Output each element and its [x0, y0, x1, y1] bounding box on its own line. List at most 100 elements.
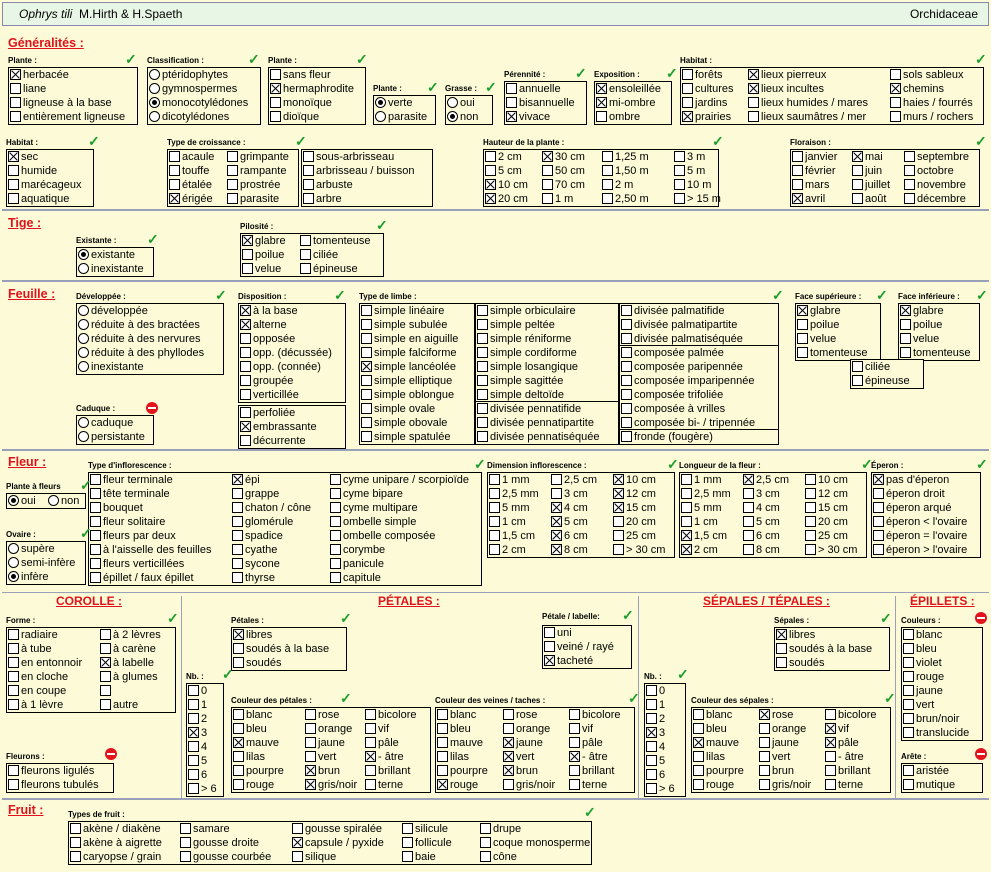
nbsep-6-option[interactable]: 6 — [645, 768, 665, 782]
checkbox[interactable] — [900, 305, 911, 316]
checkbox[interactable] — [759, 765, 770, 776]
habitat2-sec-option[interactable]: sec — [7, 150, 38, 164]
radio-button[interactable] — [78, 333, 89, 344]
limbe-composée-bi-tripennée-option[interactable]: composée bi- / tripennée — [620, 416, 755, 430]
checkbox[interactable] — [485, 179, 496, 190]
checkbox[interactable] — [361, 389, 372, 400]
limbe-simple-lancéolée-option[interactable]: simple lancéolée — [360, 360, 456, 374]
checkbox[interactable] — [674, 193, 685, 204]
checkbox[interactable] — [361, 319, 372, 330]
inflorescence-panicule-option[interactable]: panicule — [329, 557, 384, 571]
checkbox[interactable] — [240, 347, 251, 358]
checkbox[interactable] — [292, 837, 303, 848]
hauteur-1-25-m-option[interactable]: 1,25 m — [601, 150, 649, 164]
coulsep-gris-noir-option[interactable]: gris/noir — [758, 778, 811, 792]
checkbox[interactable] — [904, 165, 915, 176]
checkbox[interactable] — [477, 389, 488, 400]
inflorescence-spadice-option[interactable]: spadice — [231, 529, 283, 543]
limbe-simple-elliptique-option[interactable]: simple elliptique — [360, 374, 452, 388]
checkbox[interactable] — [621, 431, 632, 442]
nbpet-5-option[interactable]: 5 — [187, 754, 207, 768]
couleurs-vert-option[interactable]: vert — [902, 698, 934, 712]
radio-button[interactable] — [8, 571, 19, 582]
checkbox[interactable] — [8, 779, 19, 790]
fruits-gousse-spiralée-option[interactable]: gousse spiralée — [291, 822, 382, 836]
checkbox[interactable] — [365, 765, 376, 776]
checkbox[interactable] — [681, 530, 692, 541]
checkbox[interactable] — [240, 361, 251, 372]
checkbox[interactable] — [503, 737, 514, 748]
fruits-coque-monosperme-option[interactable]: coque monosperme — [479, 836, 590, 850]
disposition-opposée-option[interactable]: opposée — [239, 332, 295, 346]
inflorescence-fleur-solitaire-option[interactable]: fleur solitaire — [89, 515, 165, 529]
coulpet-vert-option[interactable]: vert — [304, 750, 336, 764]
checkbox[interactable] — [903, 671, 914, 682]
checkbox[interactable] — [8, 179, 19, 190]
checkbox[interactable] — [70, 823, 81, 834]
fleurons-fleurons-ligulés-option[interactable]: fleurons ligulés — [7, 764, 94, 778]
hauteur-20-cm-option[interactable]: 20 cm — [484, 192, 528, 206]
checkbox[interactable] — [621, 305, 632, 316]
nbsep-5-option[interactable]: 5 — [645, 754, 665, 768]
checkbox[interactable] — [805, 502, 816, 513]
checkbox[interactable] — [485, 151, 496, 162]
checkbox[interactable] — [70, 837, 81, 848]
longfleur-1-5-cm-option[interactable]: 1,5 cm — [680, 529, 727, 543]
checkbox[interactable] — [188, 755, 199, 766]
checkbox[interactable] — [270, 69, 281, 80]
checkbox[interactable] — [305, 709, 316, 720]
limbe-simple-falciforme-option[interactable]: simple falciforme — [360, 346, 457, 360]
checkbox[interactable] — [437, 765, 448, 776]
hauteur-10-m-option[interactable]: 10 m — [673, 178, 711, 192]
checkbox[interactable] — [365, 723, 376, 734]
limbe-simple-réniforme-option[interactable]: simple réniforme — [476, 332, 571, 346]
checkbox[interactable] — [330, 474, 341, 485]
limbe-composée-imparipennée-option[interactable]: composée imparipennée — [620, 374, 754, 388]
checkbox[interactable] — [797, 319, 808, 330]
inflorescence-glomérule-option[interactable]: glomérule — [231, 515, 293, 529]
checkbox[interactable] — [233, 643, 244, 654]
checkbox[interactable] — [890, 69, 901, 80]
croissance-rampante-option[interactable]: rampante — [226, 164, 286, 178]
coulveines-blanc-option[interactable]: blanc — [436, 708, 476, 722]
coulsep-vif-option[interactable]: vif — [824, 722, 849, 736]
disposition-opp-décussée--option[interactable]: opp. (décussée) — [239, 346, 332, 360]
inflorescence-fleur-terminale-option[interactable]: fleur terminale — [89, 473, 173, 487]
checkbox[interactable] — [544, 641, 555, 652]
coulsep-blanc-option[interactable]: blanc — [692, 708, 732, 722]
hauteur--15-m-option[interactable]: > 15 m — [673, 192, 721, 206]
hauteur-2-m-option[interactable]: 2 m — [601, 178, 633, 192]
longfleur-1-cm-option[interactable]: 1 cm — [680, 515, 718, 529]
plante-entièrement-ligneuse-option[interactable]: entièrement ligneuse — [9, 110, 125, 124]
checkbox[interactable] — [233, 709, 244, 720]
radio-button[interactable] — [149, 111, 160, 122]
checkbox[interactable] — [748, 111, 759, 122]
faceinf-ciliée-option[interactable]: ciliée — [851, 360, 890, 374]
checkbox[interactable] — [900, 319, 911, 330]
checkbox[interactable] — [10, 97, 21, 108]
croissance-sous-arbrisseau-option[interactable]: sous-arbrisseau — [302, 150, 394, 164]
checkbox[interactable] — [100, 685, 111, 696]
checkbox[interactable] — [621, 347, 632, 358]
checkbox[interactable] — [681, 488, 692, 499]
checkbox[interactable] — [569, 723, 580, 734]
checkbox[interactable] — [330, 516, 341, 527]
hauteur-70-cm-option[interactable]: 70 cm — [541, 178, 585, 192]
limbe-divisée-palmatipartite-option[interactable]: divisée palmatipartite — [620, 318, 737, 332]
checkbox[interactable] — [693, 723, 704, 734]
checkbox[interactable] — [743, 474, 754, 485]
checkbox[interactable] — [305, 751, 316, 762]
diminflo-4-cm-option[interactable]: 4 cm — [550, 501, 588, 515]
checkbox[interactable] — [227, 151, 238, 162]
limbe-divisée-palmatifide-option[interactable]: divisée palmatifide — [620, 304, 725, 318]
developpee-développée-option[interactable]: développée — [77, 304, 148, 318]
checkbox[interactable] — [361, 333, 372, 344]
plante-ligneuse-à-la-base-option[interactable]: ligneuse à la base — [9, 96, 112, 110]
coulpet-mauve-option[interactable]: mauve — [232, 736, 279, 750]
diminflo-20-cm-option[interactable]: 20 cm — [612, 515, 656, 529]
limbe-divisée-pennatipartite-option[interactable]: divisée pennatipartite — [476, 416, 594, 430]
checkbox[interactable] — [693, 765, 704, 776]
checkbox[interactable] — [602, 179, 613, 190]
checkbox[interactable] — [188, 727, 199, 738]
checkbox[interactable] — [759, 779, 770, 790]
